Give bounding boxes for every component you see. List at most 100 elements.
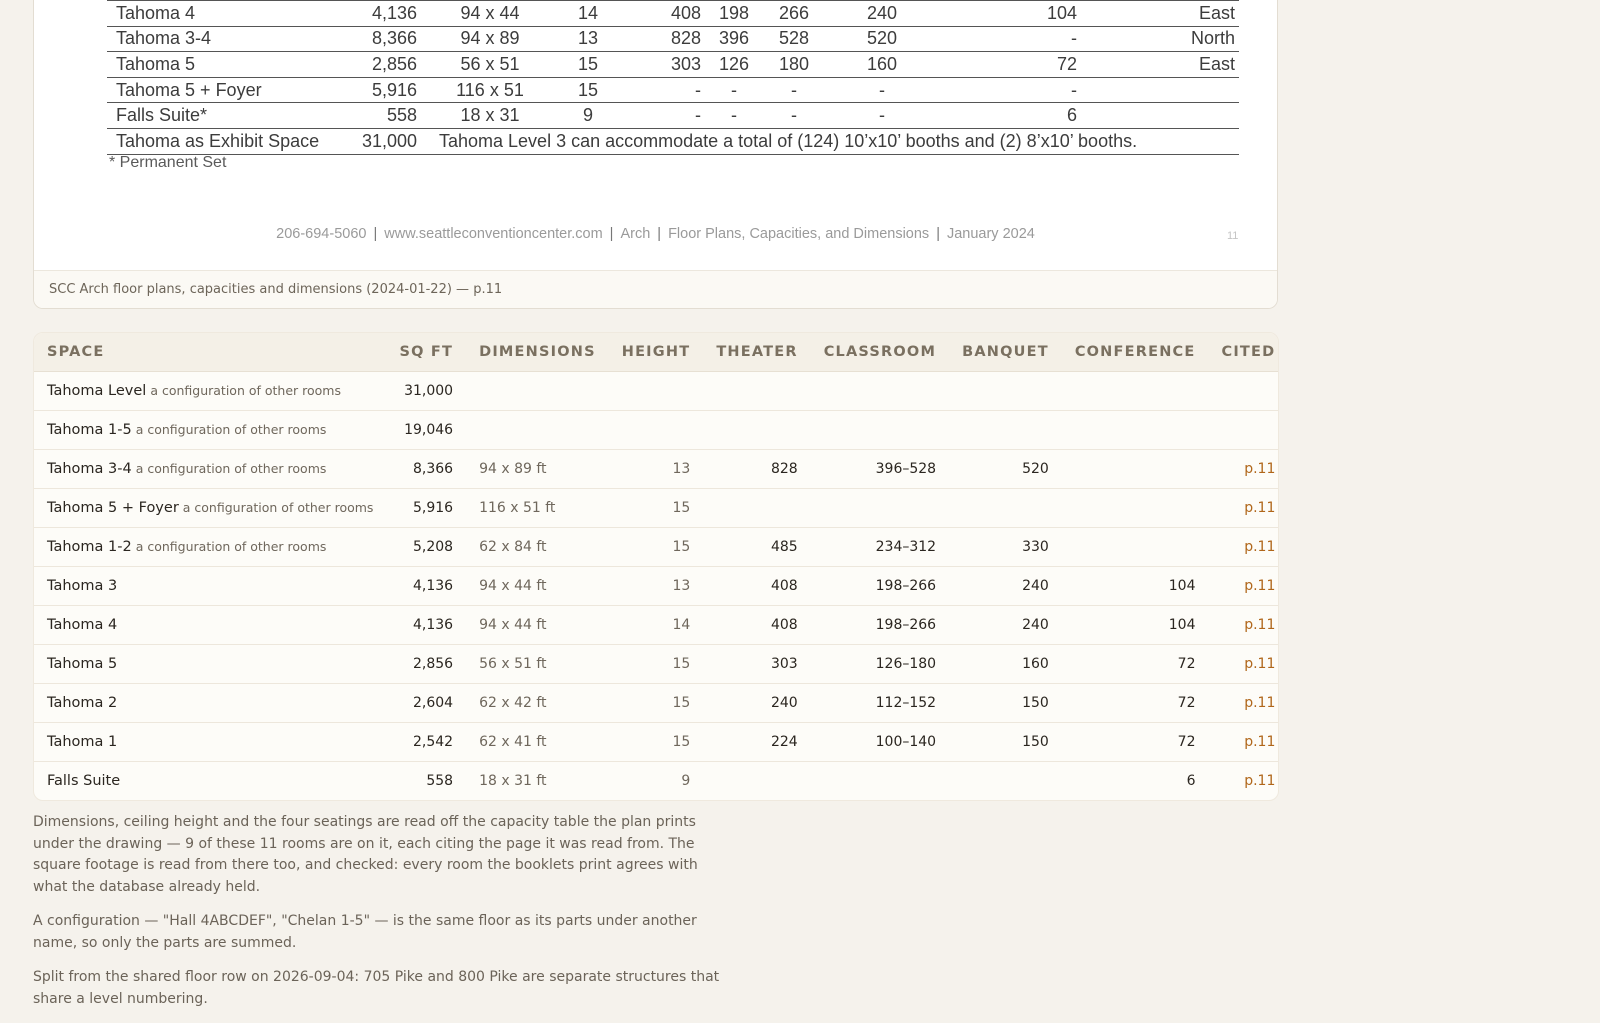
cell-height: 14 (559, 0, 617, 27)
cell-sqft: 5,916 (386, 488, 467, 528)
cell-classroom-min: 198 (705, 0, 763, 27)
table-row: Falls Suite 558 18 x 31 ft 9 6 p.11 (34, 762, 1278, 801)
cell-classroom-min: - (705, 102, 763, 129)
cell-dimensions: 62 x 42 ft (466, 683, 609, 723)
cell-classroom (810, 371, 950, 411)
cell-conference (1061, 449, 1209, 489)
citation-link[interactable]: p.11 (1244, 617, 1275, 633)
cell-sqft: 5,916 (337, 76, 421, 103)
cell-height: 15 (608, 644, 704, 684)
source-table-row: Tahoma 5 + Foyer 5,916 116 x 51 15- - - - - (107, 76, 1239, 103)
citation-link[interactable]: p.11 (1244, 656, 1275, 672)
cell-theater: 408 (703, 605, 811, 645)
source-table-row: Tahoma 3-4 8,366 94 x 89 13 828 396 528 520- Nor… (107, 25, 1239, 52)
cell-sqft: 31,000 (337, 127, 421, 155)
cell-conference: 104 (939, 0, 1081, 27)
cell-space: Tahoma 1-2 a configuration of other rooms (34, 527, 387, 567)
table-row: Tahoma 4 4,136 94 x 44 ft 14 408 198–266 240 10… (34, 605, 1278, 645)
cell-space: Tahoma 2 (34, 683, 387, 723)
cell-height: 9 (559, 102, 617, 129)
cell-classroom-min: 396 (705, 25, 763, 52)
source-table-row: Falls Suite* 558 18 x 31 9- - - -6 (107, 102, 1239, 129)
cell-classroom: 100–140 (810, 722, 950, 762)
citation-link[interactable]: p.11 (1244, 734, 1275, 750)
cell-sqft: 8,366 (337, 25, 421, 52)
cell-theater: 224 (703, 722, 811, 762)
cell-height: 15 (608, 683, 704, 723)
source-page-number: 11 (1227, 230, 1239, 242)
cell-orientation: North (1081, 25, 1239, 52)
cell-cited (1208, 371, 1278, 411)
methodology-notes: Dimensions, ceiling height and the four … (33, 812, 723, 1023)
cell-orientation (1081, 76, 1239, 103)
citation-link[interactable]: p.11 (1244, 773, 1275, 789)
cell-orientation: East (1081, 51, 1239, 78)
cell-height: 15 (608, 527, 704, 567)
cell-classroom (810, 410, 950, 450)
citation-link[interactable]: p.11 (1244, 539, 1275, 555)
citation-link[interactable]: p.11 (1244, 500, 1275, 516)
col-header-conference[interactable]: CONFERENCE (1061, 333, 1209, 372)
configuration-note: a configuration of other rooms (135, 461, 327, 476)
cell-cited (1208, 410, 1278, 450)
table-row: Tahoma Level a configuration of other roo… (34, 371, 1278, 411)
source-exhibit-row: Tahoma as Exhibit Space 31,000 Tahoma Leve… (107, 127, 1239, 155)
room-name: Tahoma 1-5 (47, 422, 132, 438)
col-header-cited[interactable]: CITED (1208, 333, 1278, 372)
cell-theater: 828 (617, 25, 705, 52)
cell-banquet: - (825, 76, 939, 103)
footer-website: www.seattleconventioncenter.com (384, 226, 603, 242)
col-header-theater[interactable]: THEATER (703, 333, 811, 372)
cell-classroom-max: 180 (763, 51, 825, 78)
cell-height: 13 (608, 449, 704, 489)
cell-space: Tahoma Level a configuration of other roo… (34, 371, 387, 411)
cell-dimensions: 18 x 31 ft (479, 773, 547, 789)
cell-sqft: 558 (337, 102, 421, 129)
rooms-table-card: SPACE SQ FT DIMENSIONS HEIGHT THEATER CL… (33, 332, 1279, 801)
cell-theater (703, 371, 811, 411)
cell-orientation: East (1081, 0, 1239, 27)
cell-cited: p.11 (1208, 527, 1278, 567)
cell-classroom: 234–312 (810, 527, 950, 567)
room-name: Tahoma 1 (47, 734, 118, 750)
cell-conference: - (939, 76, 1081, 103)
cell-sqft: 4,136 (337, 0, 421, 27)
cell-banquet: 240 (825, 0, 939, 27)
col-header-banquet[interactable]: BANQUET (949, 333, 1062, 372)
cell-conference (1061, 488, 1209, 528)
table-header-row: SPACE SQ FT DIMENSIONS HEIGHT THEATER CL… (34, 333, 1278, 372)
cell-classroom: 112–152 (810, 683, 950, 723)
citation-link[interactable]: p.11 (1244, 461, 1275, 477)
cell-classroom: 396–528 (810, 449, 950, 489)
cell-dimensions: 94 x 44 ft (466, 605, 609, 645)
room-name: Tahoma 1-2 (47, 539, 132, 555)
cell-theater: 408 (617, 0, 705, 27)
note-paragraph: Split from the shared floor row on 2026-… (33, 969, 720, 1007)
cell-dimensions: 94 x 89 ft (466, 449, 609, 489)
cell-conference: 104 (1061, 605, 1209, 645)
col-header-dimensions[interactable]: DIMENSIONS (466, 333, 609, 372)
source-table-row: Tahoma 4 4,136 94 x 44 14 408 198 266 240 104 Eas… (107, 0, 1239, 27)
cell-theater: - (617, 76, 705, 103)
cell-conference (1061, 371, 1209, 411)
cell-conference: 6 (1186, 773, 1196, 789)
cell-banquet: 240 (949, 605, 1062, 645)
citation-link[interactable]: p.11 (1244, 578, 1275, 594)
cell-cited: p.11 (1208, 683, 1278, 723)
cell-banquet: 160 (949, 644, 1062, 684)
cell-conference: - (939, 25, 1081, 52)
col-header-space[interactable]: SPACE (34, 333, 387, 372)
footer-date: January 2024 (946, 226, 1035, 242)
cell-space: Tahoma 1 (34, 722, 387, 762)
col-header-height[interactable]: HEIGHT (608, 333, 704, 372)
col-header-classroom[interactable]: CLASSROOM (810, 333, 950, 372)
table-row: Tahoma 1-5 a configuration of other rooms… (34, 410, 1278, 450)
cell-dimensions: 62 x 41 ft (466, 722, 609, 762)
cell-height: 13 (608, 566, 704, 606)
col-header-sqft[interactable]: SQ FT (386, 333, 467, 372)
cell-dimensions (466, 410, 609, 450)
cell-height: 15 (559, 76, 617, 103)
cell-cited: p.11 (1208, 488, 1278, 528)
cell-classroom-max: - (763, 102, 825, 129)
citation-link[interactable]: p.11 (1244, 695, 1275, 711)
